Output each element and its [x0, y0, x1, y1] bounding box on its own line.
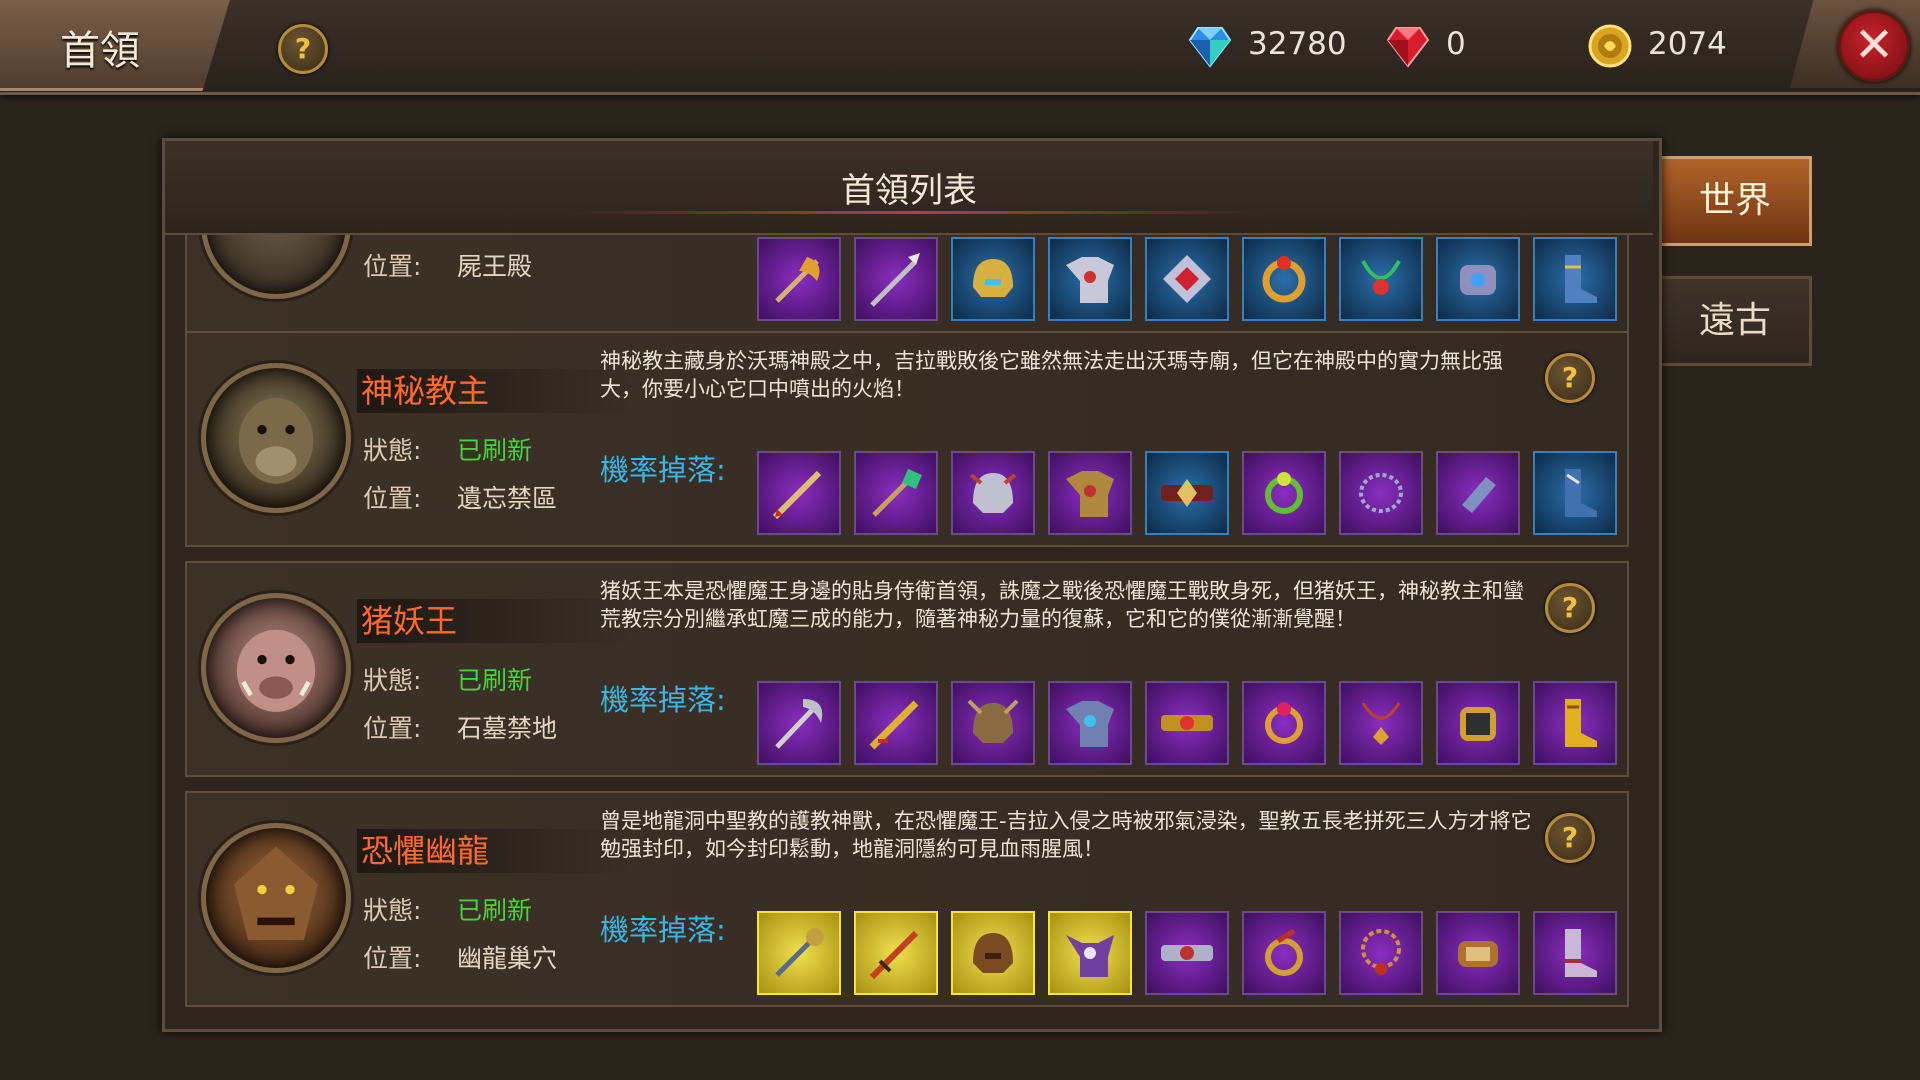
- drop-item-necklace-icon[interactable]: [1339, 451, 1423, 535]
- drop-item-bracer-icon[interactable]: [1436, 681, 1520, 765]
- drop-item-sword-icon[interactable]: [854, 911, 938, 995]
- drop-item-boots-icon[interactable]: [1533, 681, 1617, 765]
- pig-face-icon: [236, 629, 316, 712]
- drop-label: 機率掉落:: [600, 683, 726, 717]
- boss-description: 曾是地龍洞中聖教的護教神獸，在恐懼魔王-吉拉入侵之時被邪氣浸染，聖教五長老拼死三…: [600, 809, 1532, 861]
- close-icon[interactable]: ✕: [1838, 10, 1910, 82]
- beast-face-icon: [238, 397, 314, 484]
- drop-item-boots-icon[interactable]: [1533, 911, 1617, 995]
- drop-label: 機率掉落:: [600, 913, 726, 947]
- drop-item-bracer-icon[interactable]: [1436, 237, 1520, 321]
- drop-item-blade-icon[interactable]: [854, 681, 938, 765]
- drop-item-bracer-icon[interactable]: [1436, 451, 1520, 535]
- diamond-count: 32780: [1248, 26, 1347, 62]
- status-label: 狀態:: [363, 666, 422, 695]
- boss-portrait: [201, 823, 351, 973]
- boss-portrait: [201, 235, 351, 299]
- help-button[interactable]: ?: [278, 24, 328, 74]
- drop-item-ring-icon[interactable]: [1242, 911, 1326, 995]
- dragon-face-icon: [234, 846, 318, 940]
- boss-row-0[interactable]: 位置: 屍王殿: [185, 235, 1629, 333]
- drop-item-boots-icon[interactable]: [1533, 451, 1617, 535]
- drop-item-armor-icon[interactable]: [1048, 451, 1132, 535]
- location-label: 位置:: [363, 252, 422, 281]
- header-divider: [565, 211, 1265, 214]
- drop-item-spear-icon[interactable]: [854, 237, 938, 321]
- drop-item-belt-icon[interactable]: [1145, 681, 1229, 765]
- location-value: 石墓禁地: [457, 714, 558, 743]
- drop-item-armor-icon[interactable]: [1048, 681, 1132, 765]
- drop-item-ring-icon[interactable]: [1242, 451, 1326, 535]
- drop-item-armor-icon[interactable]: [1048, 237, 1132, 321]
- drop-label: 機率掉落:: [600, 453, 726, 487]
- gold-count: 2074: [1648, 26, 1727, 62]
- location-label: 位置:: [363, 714, 422, 743]
- boss-name: 猪妖王: [357, 599, 631, 643]
- drop-item-necklace-icon[interactable]: [1339, 911, 1423, 995]
- drop-item-sword-icon[interactable]: [757, 451, 841, 535]
- boss-row-3[interactable]: 恐懼幽龍 狀態: 已刷新 位置: 幽龍巢穴 曾是地龍洞中聖教的護教神獸，在恐懼魔…: [185, 791, 1629, 1007]
- drop-item-staff-icon[interactable]: [757, 911, 841, 995]
- location-value: 幽龍巢穴: [457, 944, 558, 973]
- location-value: 屍王殿: [457, 252, 533, 281]
- drop-item-ring-icon[interactable]: [1242, 681, 1326, 765]
- location-label: 位置:: [363, 944, 422, 973]
- status-value: 已刷新: [457, 436, 533, 465]
- boss-portrait: [201, 593, 351, 743]
- drop-item-helmet-icon[interactable]: [951, 451, 1035, 535]
- drop-item-staff-icon[interactable]: [854, 451, 938, 535]
- drop-item-belt-icon[interactable]: [1145, 911, 1229, 995]
- panel-title: 首領列表: [841, 171, 977, 211]
- drop-item-necklace-icon[interactable]: [1339, 237, 1423, 321]
- status-label: 狀態:: [363, 436, 422, 465]
- tab-world[interactable]: 世界: [1658, 156, 1812, 246]
- panel-header: 首領列表: [165, 141, 1653, 235]
- drop-item-helmet-icon[interactable]: [951, 681, 1035, 765]
- blue-diamond-icon: [1188, 27, 1232, 68]
- drop-item-amulet-icon[interactable]: [1145, 237, 1229, 321]
- page-title: 首領: [60, 28, 140, 74]
- status-value: 已刷新: [457, 896, 533, 925]
- boss-portrait: [201, 363, 351, 513]
- drop-item-boots-icon[interactable]: [1533, 237, 1617, 321]
- drop-item-helmet-icon[interactable]: [951, 911, 1035, 995]
- drop-item-bracer-icon[interactable]: [1436, 911, 1520, 995]
- boss-row-2[interactable]: 猪妖王 狀態: 已刷新 位置: 石墓禁地 猪妖王本是恐懼魔王身邊的貼身侍衛首領，…: [185, 561, 1629, 777]
- boss-name: 恐懼幽龍: [357, 829, 631, 873]
- boss-info-button[interactable]: ?: [1545, 583, 1595, 633]
- status-label: 狀態:: [363, 896, 422, 925]
- location-label: 位置:: [363, 484, 422, 513]
- boss-row-1[interactable]: 神秘教主 狀態: 已刷新 位置: 遺忘禁區 神秘教主藏身於沃瑪神殿之中，吉拉戰敗…: [185, 331, 1629, 547]
- status-value: 已刷新: [457, 666, 533, 695]
- drop-item-axe-icon[interactable]: [757, 237, 841, 321]
- drop-item-necklace-icon[interactable]: [1339, 681, 1423, 765]
- tab-ancient[interactable]: 遠古: [1658, 276, 1812, 366]
- boss-description: 猪妖王本是恐懼魔王身邊的貼身侍衛首領，誅魔之戰後恐懼魔王戰敗身死，但猪妖王，神秘…: [600, 579, 1524, 631]
- gold-coin-icon: [1588, 24, 1632, 68]
- drop-item-scythe-icon[interactable]: [757, 681, 841, 765]
- boss-name: 神秘教主: [357, 369, 631, 413]
- drop-item-belt-icon[interactable]: [1145, 451, 1229, 535]
- boss-info-button[interactable]: ?: [1545, 813, 1595, 863]
- location-value: 遺忘禁區: [457, 484, 558, 513]
- ruby-count: 0: [1446, 26, 1466, 62]
- drop-item-helmet-icon[interactable]: [951, 237, 1035, 321]
- drop-item-ring-icon[interactable]: [1242, 237, 1326, 321]
- boss-list[interactable]: 位置: 屍王殿 神秘教主 狀態: 已刷新 位置: 遺忘禁區 神秘教主藏身於沃瑪神…: [165, 235, 1653, 1023]
- boss-info-button[interactable]: ?: [1545, 353, 1595, 403]
- red-ruby-icon: [1386, 27, 1430, 68]
- boss-description: 神秘教主藏身於沃瑪神殿之中，吉拉戰敗後它雖然無法走出沃瑪寺廟，但它在神殿中的實力…: [600, 349, 1503, 401]
- drop-item-armor-icon[interactable]: [1048, 911, 1132, 995]
